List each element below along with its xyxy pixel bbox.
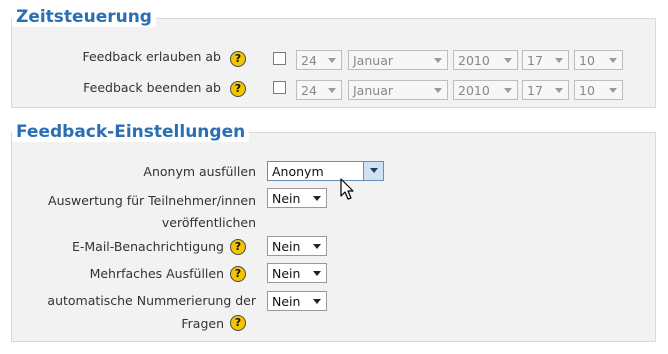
publish-label-line1: Auswertung für Teilnehmer/innen [48,193,256,208]
end-from-checkbox[interactable] [273,81,286,94]
anonym-label: Anonym ausfüllen [143,164,256,179]
end-year-select[interactable]: 2010 [453,80,518,100]
help-icon[interactable]: ? [230,239,246,255]
help-icon[interactable]: ? [230,51,246,67]
multiple-select[interactable]: Nein [267,263,327,283]
numbering-select[interactable]: Nein [267,291,327,311]
anonym-select[interactable]: Anonym [267,161,384,181]
allow-from-checkbox[interactable] [273,52,286,65]
email-label: E-Mail-Benachrichtigung [71,239,224,254]
end-day-select[interactable]: 24 [296,80,342,100]
multiple-label: Mehrfaches Ausfüllen [89,266,224,281]
allow-month-select[interactable]: Januar [348,50,448,70]
allow-year-select[interactable]: 2010 [453,50,518,70]
help-icon[interactable]: ? [230,266,246,282]
email-select[interactable]: Nein [267,236,327,256]
publish-label-line2: veröffentlichen [161,215,256,230]
allow-day-select[interactable]: 24 [296,50,342,70]
numbering-label-line2: Fragen [181,316,224,331]
allow-from-label: Feedback erlauben ab [82,49,221,64]
end-hour-select[interactable]: 17 [522,80,569,100]
publish-label: Auswertung für Teilnehmer/innen veröffen… [48,190,256,234]
timing-legend: Zeitsteuerung [12,7,156,27]
allow-minute-select[interactable]: 10 [574,50,623,70]
help-icon[interactable]: ? [230,315,246,331]
allow-hour-select[interactable]: 17 [522,50,569,70]
numbering-label: automatische Nummerierung der [47,293,256,308]
end-from-label: Feedback beenden ab [83,80,221,95]
end-minute-select[interactable]: 10 [574,80,623,100]
mouse-pointer-icon [340,178,354,200]
help-icon[interactable]: ? [230,81,246,97]
settings-legend: Feedback-Einstellungen [12,122,250,142]
end-month-select[interactable]: Januar [348,80,448,100]
publish-select[interactable]: Nein [267,188,327,208]
